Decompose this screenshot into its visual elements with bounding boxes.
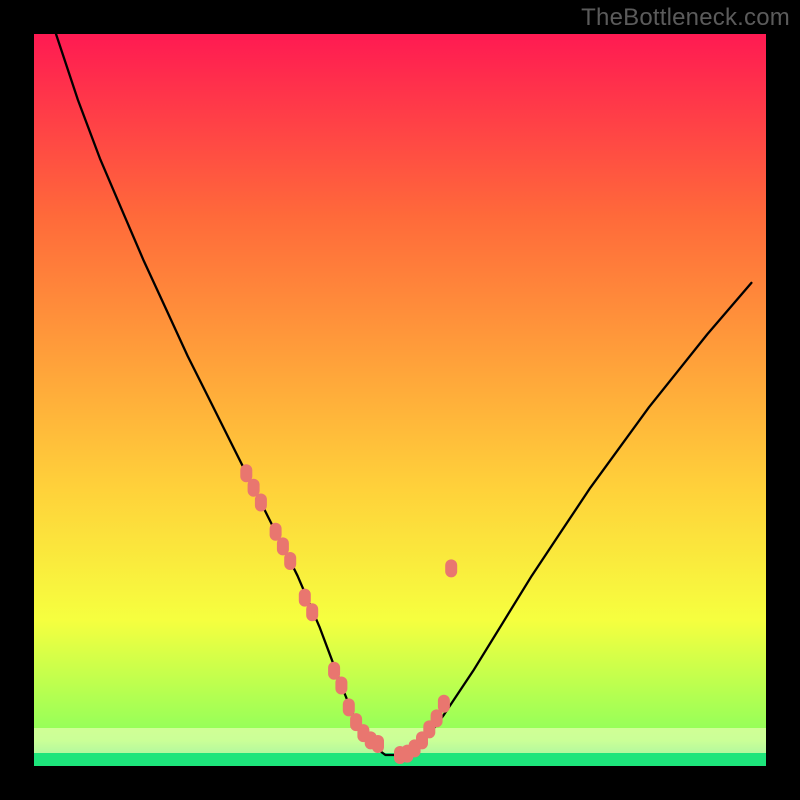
watermark: TheBottleneck.com — [581, 4, 790, 32]
marker — [343, 698, 355, 716]
marker — [299, 589, 311, 607]
marker — [328, 662, 340, 680]
bottleneck-chart — [0, 0, 800, 800]
marker — [270, 523, 282, 541]
marker — [306, 603, 318, 621]
marker — [431, 709, 443, 727]
marker — [335, 677, 347, 695]
marker — [240, 464, 252, 482]
marker — [284, 552, 296, 570]
marker — [248, 479, 260, 497]
chart-wrapper: TheBottleneck.com — [0, 0, 800, 800]
marker — [255, 494, 267, 512]
marker — [438, 695, 450, 713]
marker — [372, 735, 384, 753]
marker — [445, 559, 457, 577]
marker — [277, 537, 289, 555]
